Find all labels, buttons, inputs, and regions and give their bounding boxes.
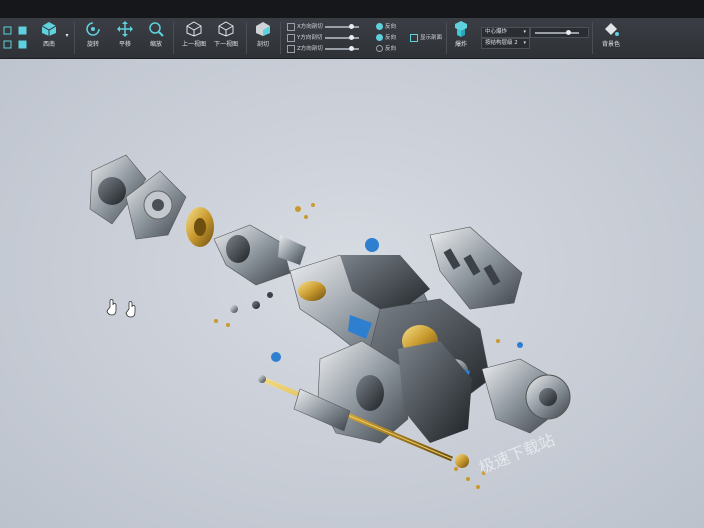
show-cap-option[interactable]: 显示剖面 <box>410 33 450 43</box>
section-y-label: Y方向剖切 <box>297 35 323 41</box>
section-cube-icon <box>256 22 270 36</box>
explode-mode-value: 中心爆炸 <box>485 29 508 35</box>
hand-cursor-icon <box>106 299 117 316</box>
gold-gear-part[interactable] <box>186 207 214 247</box>
chevron-down-icon: ▾ <box>523 40 526 46</box>
next-view-label: 下一视图 <box>213 41 238 48</box>
toolbar: 西南 ▾ 旋转 平移 缩放 上一视图 下一视图 剖切 X方向剖切 反向 Y方向剖… <box>0 18 704 59</box>
separator <box>74 22 75 54</box>
next-view-button[interactable]: 下一视图 <box>211 21 241 55</box>
separator <box>280 22 281 54</box>
explode-mode-select[interactable]: 中心爆炸 ▾ <box>481 27 530 38</box>
title-bar <box>0 0 704 18</box>
section-x-reverse-label: 反向 <box>385 24 397 30</box>
section-z-row: Z方向剖切 反向 <box>287 44 407 54</box>
explode-slider-thumb[interactable] <box>566 30 571 35</box>
section-x-slider[interactable] <box>325 24 359 29</box>
separator <box>173 22 174 54</box>
explode-slider-box <box>530 27 589 38</box>
3d-viewport[interactable]: 极速下载站 <box>0 59 704 528</box>
rotate-button[interactable]: 旋转 <box>82 21 104 55</box>
show-cap-checkbox[interactable] <box>410 33 418 42</box>
separator <box>446 22 447 54</box>
section-y-reverse-label: 反向 <box>385 35 397 41</box>
pan-button[interactable]: 平移 <box>114 21 136 55</box>
view-cube-group <box>2 21 32 55</box>
section-x-row: X方向剖切 反向 <box>287 22 407 32</box>
section-x-slider-thumb[interactable] <box>348 24 354 29</box>
view-direction-button[interactable]: 西南 <box>36 21 62 55</box>
section-x-reverse[interactable]: 反向 <box>376 22 396 30</box>
show-cap-label: 显示剖面 <box>420 35 443 41</box>
right-hub-part[interactable] <box>481 358 571 434</box>
chevron-down-icon: ▾ <box>523 29 526 35</box>
explode-label: 爆炸 <box>454 41 467 48</box>
paint-bucket-icon <box>605 23 619 36</box>
background-color-button[interactable]: 背景色 <box>598 21 624 55</box>
section-y-slider[interactable] <box>325 35 359 40</box>
explode-slider[interactable] <box>535 30 579 35</box>
section-z-checkbox[interactable] <box>287 44 295 53</box>
section-y-reverse[interactable]: 反向 <box>376 33 396 41</box>
explode-level-value: 按结构层级 2 <box>485 40 518 46</box>
section-y-row: Y方向剖切 反向 <box>287 33 407 43</box>
clip-label: 剖切 <box>256 41 269 48</box>
background-color-label: 背景色 <box>601 41 620 48</box>
next-view-cube-icon <box>218 21 234 37</box>
section-y-reverse-radio[interactable] <box>376 34 383 41</box>
explode-cube-icon <box>455 21 467 37</box>
explode-button[interactable]: 爆炸 <box>451 21 471 55</box>
zoom-label: 缩放 <box>149 41 162 48</box>
view-direction-label: 西南 <box>42 41 55 48</box>
section-y-slider-thumb[interactable] <box>348 35 354 40</box>
separator <box>592 22 593 54</box>
pan-arrows-icon <box>117 21 133 37</box>
isometric-cube-icon <box>41 22 57 36</box>
pan-label: 平移 <box>118 41 131 48</box>
engine-block-part[interactable] <box>429 226 523 310</box>
prev-view-cube-icon <box>186 21 202 37</box>
zoom-button[interactable]: 缩放 <box>145 21 167 55</box>
section-z-label: Z方向剖切 <box>297 46 323 52</box>
separator <box>246 22 247 54</box>
section-y-checkbox[interactable] <box>287 33 295 42</box>
rotate-label: 旋转 <box>86 41 99 48</box>
prev-view-label: 上一视图 <box>181 41 206 48</box>
clip-button[interactable]: 剖切 <box>252 21 274 55</box>
section-z-reverse[interactable]: 反向 <box>376 44 396 52</box>
rotate-icon <box>86 22 100 36</box>
prev-view-button[interactable]: 上一视图 <box>179 21 209 55</box>
hub-housing-part[interactable] <box>89 154 187 240</box>
section-z-slider[interactable] <box>325 46 359 51</box>
section-z-slider-thumb[interactable] <box>348 46 354 51</box>
section-x-label: X方向剖切 <box>297 24 323 30</box>
section-z-reverse-label: 反向 <box>385 46 397 52</box>
magnifier-icon <box>149 22 164 37</box>
watermark: 极速下载站 <box>476 430 557 478</box>
exploded-assembly-model[interactable]: 极速下载站 <box>0 59 704 528</box>
view-cubes-icon[interactable] <box>2 21 32 55</box>
section-z-reverse-radio[interactable] <box>376 45 383 52</box>
section-x-reverse-radio[interactable] <box>376 23 383 30</box>
section-x-checkbox[interactable] <box>287 22 295 31</box>
explode-level-select[interactable]: 按结构层级 2 ▾ <box>481 38 530 49</box>
hand-cursor-icon <box>125 301 136 318</box>
